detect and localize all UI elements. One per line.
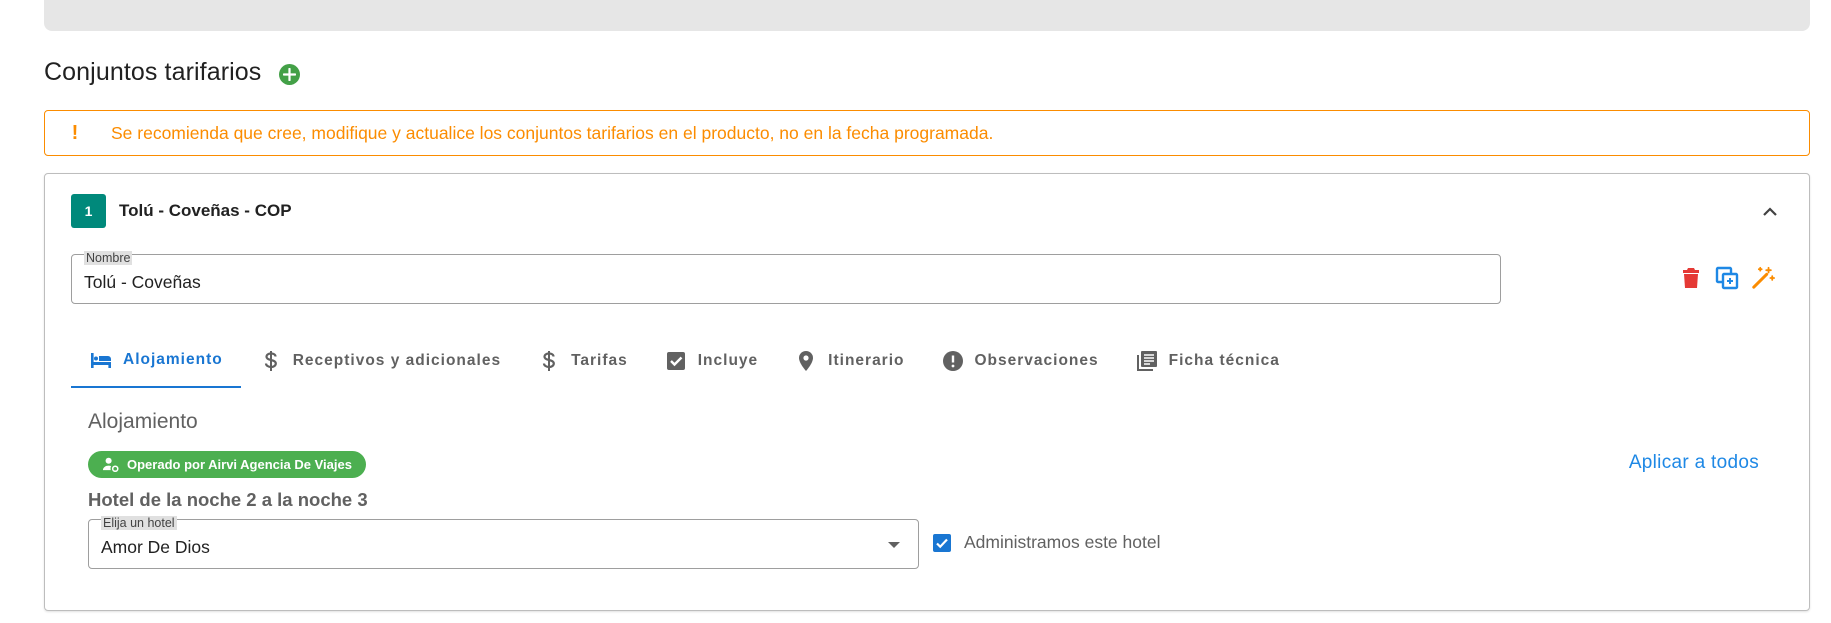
user-gear-icon: [102, 457, 119, 473]
tabs: Alojamiento Receptivos y adicionales Tar…: [71, 334, 1298, 392]
tab-tarifas[interactable]: Tarifas: [519, 334, 646, 388]
check-icon: [936, 538, 948, 548]
tab-label: Observaciones: [974, 352, 1099, 369]
checkbox-icon: [666, 352, 685, 370]
rate-set-panel: 1 Tolú - Coveñas - COP Nombre Tolú - Cov…: [44, 173, 1810, 611]
name-field-value[interactable]: Tolú - Coveñas: [84, 272, 201, 293]
caret-down-icon[interactable]: [888, 542, 900, 548]
name-field-label: Nombre: [84, 251, 133, 265]
tab-ficha-tecnica[interactable]: Ficha técnica: [1117, 334, 1298, 388]
copy-button[interactable]: [1715, 265, 1739, 291]
auto-fill-button[interactable]: [1751, 265, 1775, 291]
tab-observaciones[interactable]: Observaciones: [923, 334, 1117, 388]
copy-icon: [1715, 266, 1739, 290]
managed-hotel-option: Administramos este hotel: [933, 532, 1160, 553]
exclamation-circle-icon: [942, 351, 963, 371]
map-pin-icon: [799, 351, 814, 371]
tab-itinerario[interactable]: Itinerario: [776, 334, 922, 388]
warning-alert: ! Se recomienda que cree, modifique y ac…: [44, 110, 1810, 156]
tab-label: Receptivos y adicionales: [292, 352, 502, 369]
rate-set-title: Tolú - Coveñas - COP: [119, 201, 292, 220]
rate-set-number-badge: 1: [71, 194, 106, 228]
chevron-up-icon[interactable]: [1761, 204, 1779, 218]
panel-actions: [1679, 265, 1775, 291]
apply-all-button[interactable]: Aplicar a todos: [1629, 452, 1759, 474]
operator-chip: Operado por Airvi Agencia De Viajes: [88, 451, 366, 478]
dollar-icon: [264, 351, 277, 371]
hotel-select-value: Amor De Dios: [101, 537, 210, 557]
name-field[interactable]: Nombre Tolú - Coveñas: [71, 251, 1501, 304]
hotel-select-label: Elija un hotel: [101, 516, 177, 530]
trash-icon: [1683, 268, 1699, 288]
tab-label: Incluye: [697, 352, 759, 369]
tab-incluye[interactable]: Incluye: [646, 334, 776, 388]
night-range-title: Hotel de la noche 2 a la noche 3: [88, 489, 368, 510]
top-bar: [44, 0, 1810, 31]
delete-button[interactable]: [1679, 265, 1703, 291]
hotel-select[interactable]: Elija un hotel Amor De Dios: [88, 516, 919, 569]
tab-label: Ficha técnica: [1168, 352, 1280, 369]
alert-text: Se recomienda que cree, modifique y actu…: [111, 122, 994, 143]
section-header: Conjuntos tarifarios: [44, 58, 301, 87]
operator-chip-label: Operado por Airvi Agencia De Viajes: [127, 457, 352, 472]
bed-icon: [91, 353, 111, 368]
content-title: Alojamiento: [88, 410, 198, 433]
panel-header[interactable]: 1 Tolú - Coveñas - COP: [71, 194, 292, 228]
magic-wand-icon: [1752, 266, 1775, 289]
tab-label: Tarifas: [571, 352, 628, 369]
library-books-icon: [1136, 351, 1157, 371]
tab-label: Alojamiento: [123, 351, 223, 368]
add-rate-set-button[interactable]: [279, 63, 301, 85]
section-title: Conjuntos tarifarios: [44, 58, 262, 86]
tab-receptivos[interactable]: Receptivos y adicionales: [241, 334, 519, 388]
dollar-icon: [542, 351, 555, 371]
managed-hotel-checkbox[interactable]: [933, 533, 951, 552]
alert-exclamation-icon: !: [71, 121, 79, 144]
plus-icon: [283, 67, 297, 81]
managed-hotel-label: Administramos este hotel: [964, 532, 1161, 552]
tab-label: Itinerario: [828, 352, 905, 369]
tab-alojamiento[interactable]: Alojamiento: [71, 334, 241, 388]
